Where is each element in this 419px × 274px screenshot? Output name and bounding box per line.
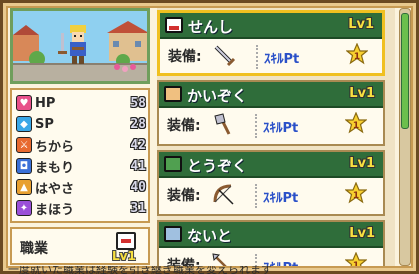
job-name: かいぞく xyxy=(187,87,248,105)
equip-label: 装備: xyxy=(167,188,201,204)
stat-value: 28 xyxy=(130,116,146,132)
warrior-job-icon xyxy=(116,232,136,250)
portrait-scene xyxy=(13,11,147,81)
svg-text:1: 1 xyxy=(353,121,359,131)
skill-points-label: ｽｷﾙPt xyxy=(264,52,300,67)
divider xyxy=(255,114,257,138)
scrollbar-thumb[interactable] xyxy=(401,13,409,129)
stat-row-magic: ✦ まほう 31 xyxy=(16,198,146,218)
stat-row-sp: ◆ SP 28 xyxy=(16,114,146,134)
help-message: 一度就いた職業は経験を引き継ぎ職業を変えられます xyxy=(8,266,272,274)
job-card-thief[interactable]: とうぞく Lv1 装備: ｽｷﾙPt 1 xyxy=(157,150,385,216)
stats-panel: ♥ HP 58 ◆ SP 28 ⚔ ちから 42 ◘ まもり 41 ▲ はやさ … xyxy=(10,88,150,223)
job-card-pirate[interactable]: かいぞく Lv1 装備: ｽｷﾙPt 1 xyxy=(157,80,385,146)
job-card-header: かいぞく Lv1 xyxy=(159,82,383,108)
job-card-header: ないと Lv1 xyxy=(159,222,383,248)
job-card-header: とうぞく Lv1 xyxy=(159,152,383,178)
equip-label: 装備: xyxy=(168,49,202,65)
sword-icon xyxy=(214,45,236,67)
stat-value: 41 xyxy=(130,158,146,174)
star-icon: 1 xyxy=(345,112,367,134)
stat-row-speed: ▲ はやさ 40 xyxy=(16,177,146,197)
character-portrait xyxy=(10,8,150,84)
job-name: ないと xyxy=(187,227,233,245)
stat-label: SP xyxy=(35,116,54,132)
spear-icon xyxy=(212,253,227,266)
magic-icon: ✦ xyxy=(16,200,32,216)
stat-row-defense: ◘ まもり 41 xyxy=(16,156,146,176)
boot-icon: ▲ xyxy=(16,179,32,195)
skill-points-label: ｽｷﾙPt xyxy=(263,121,299,136)
divider xyxy=(255,254,257,266)
thief-icon xyxy=(164,156,182,172)
bow-icon xyxy=(213,184,234,205)
pirate-icon xyxy=(164,86,182,102)
stat-label: まもり xyxy=(35,160,75,176)
heart-icon: ♥ xyxy=(16,95,32,111)
job-level: Lv1 xyxy=(349,156,375,171)
sword-icon: ⚔ xyxy=(16,137,32,153)
job-name: せんし xyxy=(188,18,234,36)
stat-label: まほう xyxy=(35,202,75,218)
equip-label: 装備: xyxy=(167,118,201,134)
job-card-knight[interactable]: ないと Lv1 装備: ｽｷﾙPt 1 xyxy=(157,220,385,266)
job-card-header: せんし Lv1 xyxy=(160,13,382,39)
skill-points-label: ｽｷﾙPt xyxy=(263,257,298,266)
star-icon: 1 xyxy=(345,252,367,266)
stat-label: はやさ xyxy=(35,181,75,197)
axe-icon xyxy=(214,113,231,135)
stat-row-strength: ⚔ ちから 42 xyxy=(16,135,146,155)
job-level: Lv1 xyxy=(349,226,375,241)
star-icon: 1 xyxy=(345,182,367,204)
svg-text:1: 1 xyxy=(354,52,360,62)
job-label: 職業 xyxy=(20,241,48,257)
stat-value: 42 xyxy=(130,137,146,153)
job-level: Lv1 xyxy=(112,249,136,263)
divider xyxy=(255,184,257,208)
stat-value: 31 xyxy=(130,200,146,216)
stat-label: ちから xyxy=(35,139,75,155)
stat-row-hp: ♥ HP 58 xyxy=(16,93,146,113)
job-list: せんし Lv1 装備: ｽｷﾙPt 1 かいぞく Lv1 装備: ｽｷﾙPt 1… xyxy=(157,8,395,266)
warrior-icon xyxy=(165,17,183,33)
current-job-box: 職業 Lv1 xyxy=(10,227,150,265)
equip-label: 装備: xyxy=(167,258,201,266)
stat-value: 58 xyxy=(130,95,146,111)
skill-points-label: ｽｷﾙPt xyxy=(263,191,299,206)
job-list-scrollbar[interactable] xyxy=(399,8,411,266)
job-name: とうぞく xyxy=(187,157,248,175)
diamond-icon: ◆ xyxy=(16,116,32,132)
knight-icon xyxy=(164,226,182,242)
stat-value: 40 xyxy=(130,179,146,195)
star-icon: 1 xyxy=(346,43,368,65)
shield-icon: ◘ xyxy=(16,158,32,174)
divider xyxy=(256,45,258,69)
stat-label: HP xyxy=(35,95,56,111)
svg-text:1: 1 xyxy=(353,191,359,201)
job-level: Lv1 xyxy=(349,86,375,101)
job-card-warrior[interactable]: せんし Lv1 装備: ｽｷﾙPt 1 xyxy=(157,10,385,76)
job-level: Lv1 xyxy=(348,17,374,32)
